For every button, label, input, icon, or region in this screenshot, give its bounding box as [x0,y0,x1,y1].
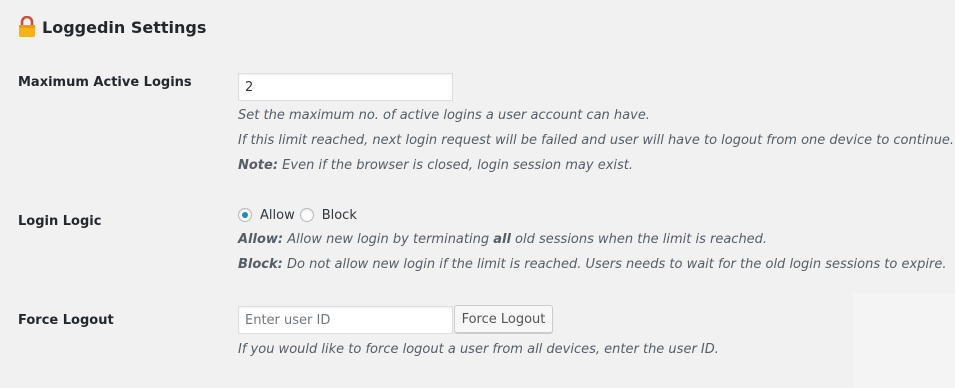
allow-radio[interactable] [238,208,252,222]
note-prefix: Note: [238,158,279,173]
page-title-text: Loggedin Settings [42,17,207,37]
page-title: Loggedin Settings [18,15,206,39]
allow-text-a: Allow new login by terminating [283,232,494,247]
block-prefix: Block: [238,257,283,272]
allow-desc: Allow: Allow new login by terminating al… [238,231,767,249]
allow-text-bold: all [493,232,511,247]
background-panel [853,293,955,388]
block-radio-label[interactable]: Block [322,208,357,223]
block-desc: Block: Do not allow new login if the lim… [238,256,946,274]
lock-icon [18,16,36,38]
allow-prefix: Allow: [238,232,284,247]
allow-text-b: old sessions when the limit is reached. [510,232,768,247]
max-logins-note: Note: Even if the browser is closed, log… [238,157,633,175]
max-logins-desc-2: If this limit reached, next login reques… [238,133,955,148]
login-logic-radio-group: Allow Block [238,206,357,224]
login-logic-label: Login Logic [18,214,102,229]
force-logout-button[interactable]: Force Logout [454,305,553,333]
force-logout-desc: If you would like to force logout a user… [238,342,719,357]
allow-radio-label[interactable]: Allow [260,208,295,223]
note-text: Even if the browser is closed, login ses… [278,158,634,173]
max-logins-desc-1: Set the maximum no. of active logins a u… [238,108,650,123]
force-logout-label: Force Logout [18,313,114,328]
block-radio[interactable] [299,208,314,222]
max-logins-label: Maximum Active Logins [18,75,192,90]
max-logins-input[interactable] [238,73,453,101]
block-text: Do not allow new login if the limit is r… [282,257,947,272]
user-id-input[interactable] [238,306,453,334]
